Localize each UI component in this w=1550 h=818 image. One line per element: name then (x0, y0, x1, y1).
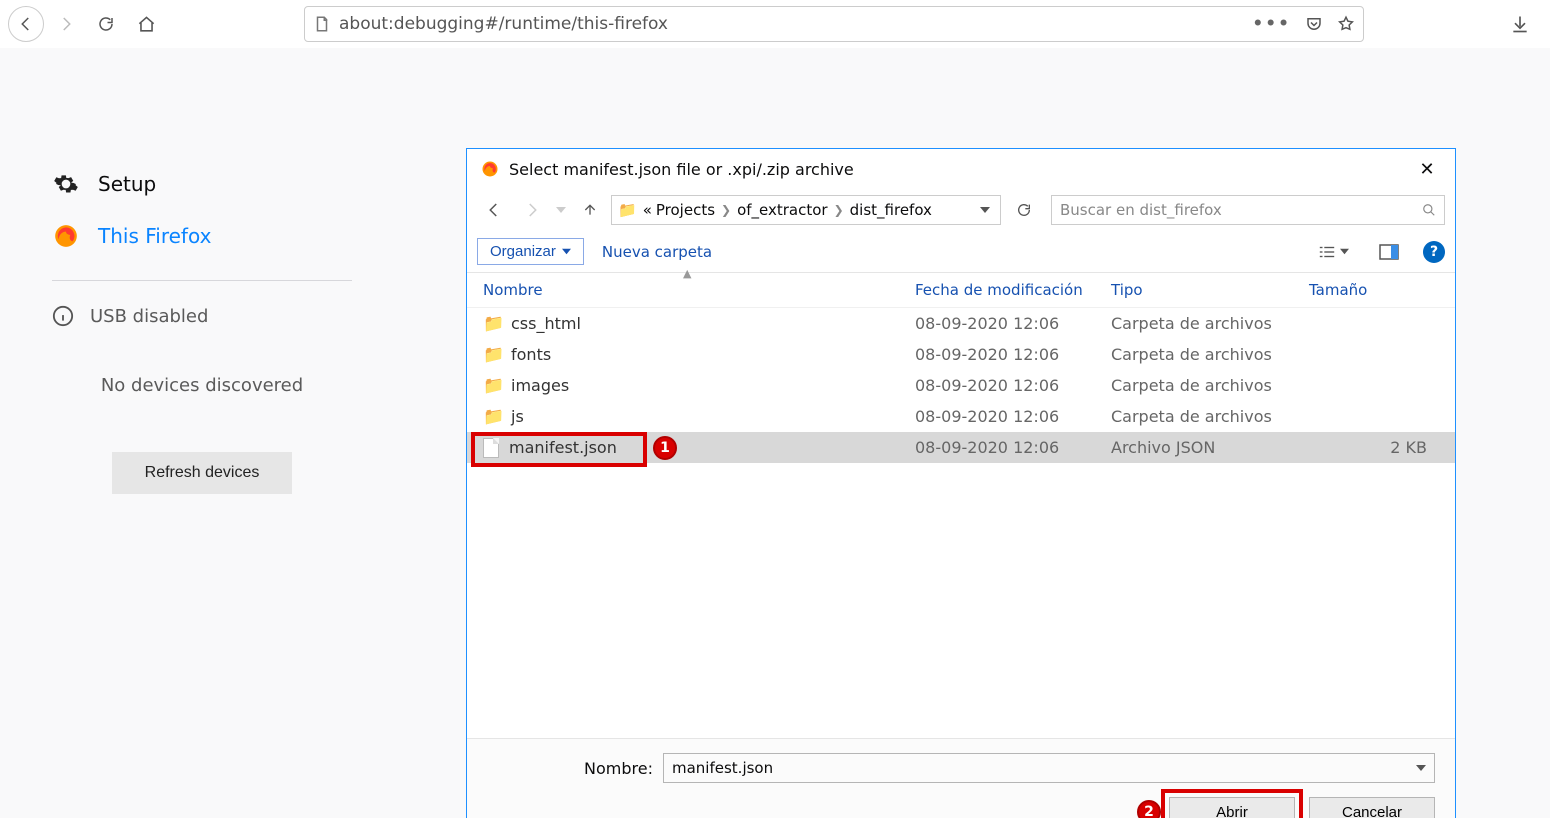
file-name: fonts (511, 345, 551, 364)
downloads-icon[interactable] (1510, 14, 1542, 34)
file-icon (483, 438, 499, 458)
folder-icon: 📁 (483, 376, 501, 396)
filename-input[interactable]: manifest.json (663, 753, 1435, 783)
new-folder-button[interactable]: Nueva carpeta (602, 243, 712, 261)
debugging-sidebar: Setup This Firefox USB disabled No devic… (0, 158, 360, 494)
sidebar-divider (52, 280, 352, 281)
firefox-icon (52, 223, 80, 249)
file-size: 2 KB (1309, 438, 1443, 457)
file-date: 08-09-2020 12:06 (915, 376, 1111, 395)
view-mode-button[interactable] (1312, 244, 1355, 260)
chevron-right-icon: ❯ (719, 203, 733, 217)
sidebar-item-this-firefox[interactable]: This Firefox (52, 210, 360, 262)
close-button[interactable]: ✕ (1409, 159, 1445, 180)
url-bar[interactable]: about:debugging#/runtime/this-firefox ••… (304, 6, 1364, 42)
folder-row[interactable]: 📁 css_html 08-09-2020 12:06Carpeta de arch… (467, 308, 1455, 339)
organize-label: Organizar (490, 243, 556, 260)
file-name: manifest.json (509, 438, 617, 457)
file-list-headers[interactable]: ▲ Nombre Fecha de modificación Tipo Tama… (467, 273, 1455, 308)
file-date: 08-09-2020 12:06 (915, 407, 1111, 426)
file-type: Archivo JSON (1111, 438, 1309, 457)
file-type: Carpeta de archivos (1111, 376, 1309, 395)
back-button[interactable] (8, 6, 44, 42)
dialog-title: Select manifest.json file or .xpi/.zip a… (509, 160, 854, 179)
organize-button[interactable]: Organizar (477, 238, 584, 265)
nav-forward-button (515, 195, 549, 225)
breadcrumb-item[interactable]: Projects (656, 201, 715, 219)
file-type: Carpeta de archivos (1111, 345, 1309, 364)
file-date: 08-09-2020 12:06 (915, 438, 1111, 457)
file-date: 08-09-2020 12:06 (915, 314, 1111, 333)
browser-toolbar: about:debugging#/runtime/this-firefox ••… (0, 0, 1550, 48)
page-body: Setup This Firefox USB disabled No devic… (0, 48, 1550, 818)
refresh-folder-button[interactable] (1009, 195, 1039, 225)
nav-back-button[interactable] (477, 195, 511, 225)
forward-button[interactable] (48, 6, 84, 42)
file-open-dialog: Select manifest.json file or .xpi/.zip a… (466, 148, 1456, 818)
sidebar-item-label: Setup (98, 172, 156, 196)
firefox-icon (481, 160, 499, 178)
gear-icon (52, 171, 80, 197)
dialog-bottom: Nombre: manifest.json 2 Abrir Cancelar (467, 738, 1455, 818)
dialog-nav: 📁 « Projects ❯ of_extractor ❯ dist_firef… (467, 189, 1455, 231)
sort-caret-icon: ▲ (683, 267, 691, 280)
sidebar-item-setup[interactable]: Setup (52, 158, 360, 210)
chevron-down-icon[interactable] (1416, 763, 1426, 773)
chevron-right-icon: ❯ (832, 203, 846, 217)
folder-row[interactable]: 📁 images 08-09-2020 12:06Carpeta de archiv… (467, 370, 1455, 401)
col-header-size[interactable]: Tamaño (1309, 281, 1443, 299)
nav-up-button[interactable] (573, 195, 607, 225)
help-button[interactable]: ? (1423, 241, 1445, 263)
callout-badge-1: 1 (653, 436, 677, 460)
bookmark-star-icon[interactable] (1337, 15, 1355, 33)
col-header-name[interactable]: Nombre (483, 281, 915, 299)
file-name: images (511, 376, 569, 395)
callout-badge-2: 2 (1137, 800, 1161, 818)
col-header-type[interactable]: Tipo (1111, 281, 1309, 299)
chevron-down-icon[interactable] (976, 205, 994, 215)
col-header-date[interactable]: Fecha de modificación (915, 281, 1111, 299)
folder-icon: 📁 (483, 345, 501, 365)
nav-recent-dropdown[interactable] (553, 195, 569, 225)
cancel-button[interactable]: Cancelar (1309, 797, 1435, 818)
folder-row[interactable]: 📁 fonts 08-09-2020 12:06Carpeta de archivo… (467, 339, 1455, 370)
folder-icon: 📁 (618, 201, 637, 219)
home-button[interactable] (128, 6, 164, 42)
page-identity-icon (313, 15, 331, 33)
breadcrumb-ellipsis: « (643, 201, 652, 219)
folder-icon: 📁 (483, 407, 501, 427)
usb-status: USB disabled (52, 305, 360, 327)
refresh-devices-button[interactable]: Refresh devices (112, 452, 292, 494)
usb-status-label: USB disabled (90, 306, 208, 327)
breadcrumb-item[interactable]: dist_firefox (850, 201, 932, 219)
file-type: Carpeta de archivos (1111, 314, 1309, 333)
file-list[interactable]: 1 📁css_html08-09-2020 12:06Carpeta de ar… (467, 308, 1455, 738)
dialog-toolbar: Organizar Nueva carpeta ? (467, 231, 1455, 273)
file-name: js (511, 407, 524, 426)
info-icon (52, 305, 74, 327)
file-row[interactable]: manifest.json 08-09-2020 12:06Archivo JSO… (467, 432, 1455, 463)
file-name: css_html (511, 314, 581, 333)
filename-value: manifest.json (672, 759, 773, 777)
folder-icon: 📁 (483, 314, 501, 334)
folder-row[interactable]: 📁 js 08-09-2020 12:06Carpeta de archivos (467, 401, 1455, 432)
reload-button[interactable] (88, 6, 124, 42)
filename-label: Nombre: (577, 759, 653, 778)
file-type: Carpeta de archivos (1111, 407, 1309, 426)
file-date: 08-09-2020 12:06 (915, 345, 1111, 364)
pocket-icon[interactable] (1305, 15, 1323, 33)
meatball-menu-icon[interactable]: ••• (1252, 14, 1291, 34)
breadcrumb-item[interactable]: of_extractor (737, 201, 828, 219)
no-devices-message: No devices discovered (52, 375, 352, 396)
search-icon (1422, 203, 1436, 217)
sidebar-item-label: This Firefox (98, 224, 211, 248)
open-button[interactable]: Abrir (1169, 797, 1295, 818)
url-text: about:debugging#/runtime/this-firefox (339, 14, 1244, 34)
dialog-titlebar: Select manifest.json file or .xpi/.zip a… (467, 149, 1455, 189)
breadcrumb[interactable]: 📁 « Projects ❯ of_extractor ❯ dist_firef… (611, 195, 1001, 225)
search-placeholder: Buscar en dist_firefox (1060, 201, 1222, 219)
folder-search-input[interactable]: Buscar en dist_firefox (1051, 195, 1445, 225)
preview-pane-button[interactable] (1373, 244, 1405, 260)
